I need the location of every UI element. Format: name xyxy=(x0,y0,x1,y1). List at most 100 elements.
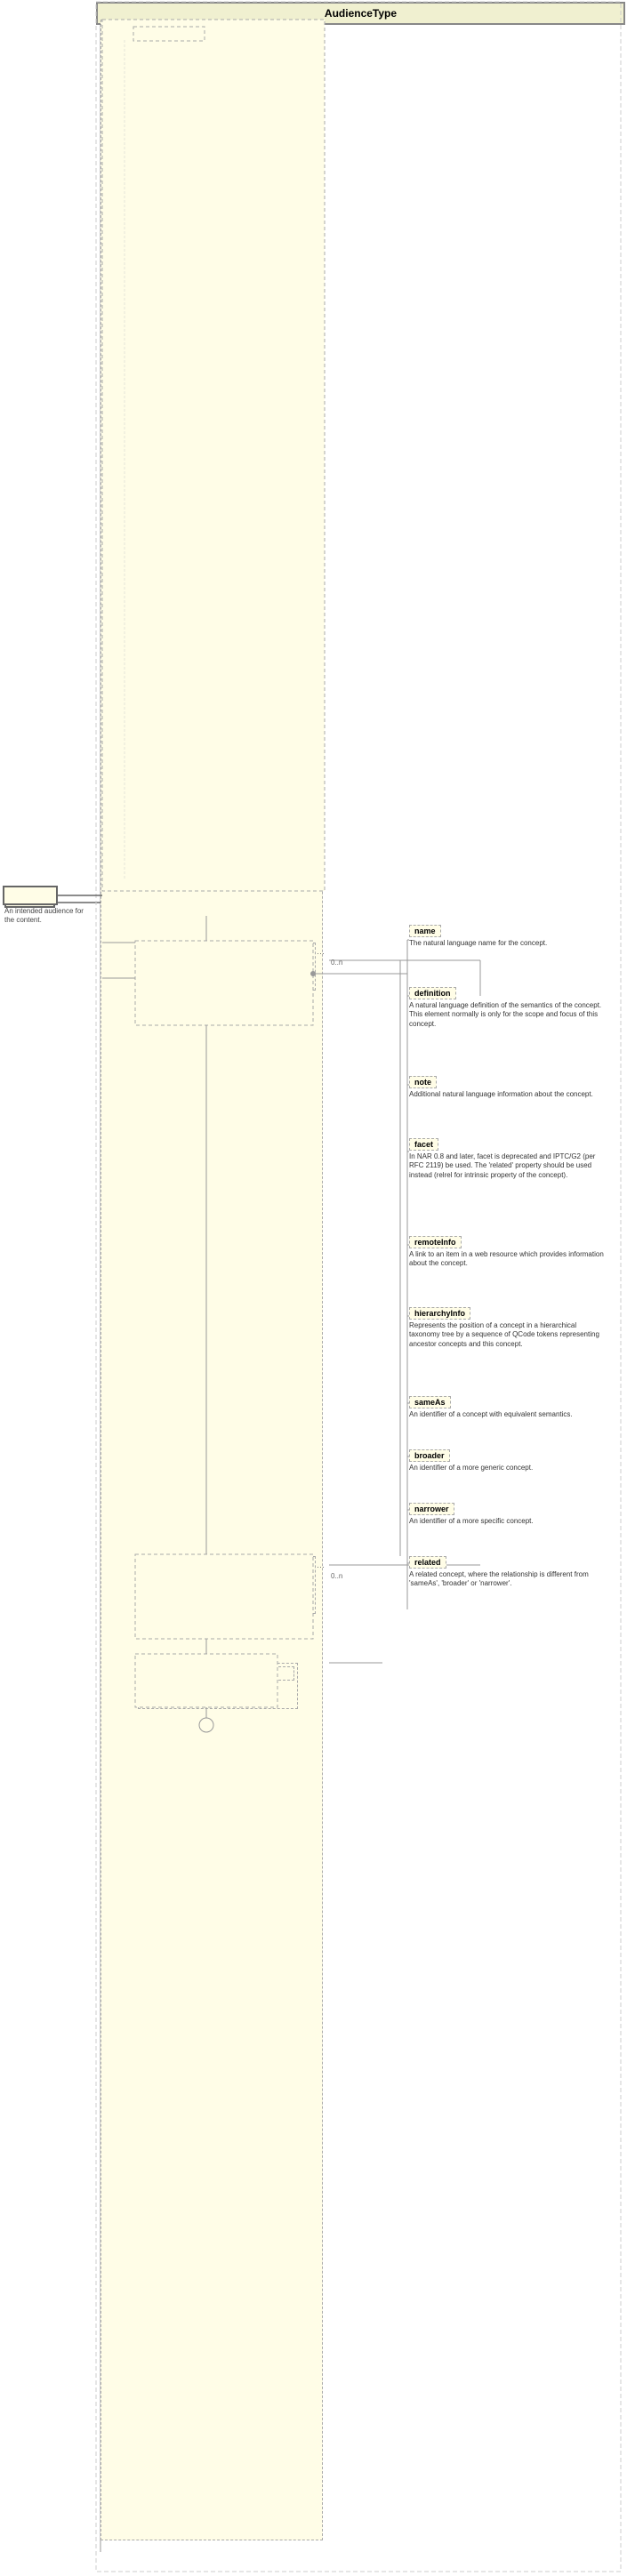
right-note-label: note xyxy=(409,1076,437,1088)
attr-howuri-row: howuri Indicates by which means the valu… xyxy=(109,355,315,384)
attr-literal-row: literal A freetext value assigned as pro… xyxy=(109,549,315,569)
svg-text:0..n: 0..n xyxy=(331,1572,342,1580)
attr-modified-name: modified xyxy=(109,205,189,253)
attr-howuri-desc: Indicates by which means the value was e… xyxy=(189,355,315,384)
right-facet-desc: In NAR 0.8 and later, facet is deprecate… xyxy=(409,1152,605,1180)
right-facet-item: facet In NAR 0.8 and later, facet is dep… xyxy=(409,1138,605,1180)
concept-definition-group-box: ConceptDefinitionGroup A group of proper… xyxy=(138,943,316,991)
attr-id-name: id xyxy=(109,45,189,58)
attr-howuri-name: howuri xyxy=(109,355,189,384)
attr-confidence-desc: The confidence with which the audience h… xyxy=(189,728,315,749)
attr-typeuri-name: typeuri xyxy=(109,602,189,631)
attr-type-row: type The type of the concept assigned as… xyxy=(109,571,315,600)
right-narrower-desc: An identifier of a more specific concept… xyxy=(409,1517,605,1526)
attributes-header: attributes xyxy=(109,28,315,42)
attr-dir-row: dir The directionality of textual conten… xyxy=(109,692,315,712)
attr-creator-row: creator If the attribute value is not de… xyxy=(109,60,315,135)
attr-creatoruri-row: creatoruri If the attribute is empty, sp… xyxy=(109,137,315,204)
right-name-desc: The natural language name for the concep… xyxy=(409,939,605,948)
attr-dir-name: dir xyxy=(109,692,189,712)
right-definition-item: definition A natural language definition… xyxy=(409,987,605,1029)
right-broader-item: broader An identifier of a more generic … xyxy=(409,1449,605,1473)
attr-other-name: #other xyxy=(109,714,189,726)
right-hierarchyinfo-item: hierarchyInfo Represents the position of… xyxy=(409,1307,605,1349)
attr-qcode-row: qcode A QCode which identifies a concept… xyxy=(109,520,315,533)
right-related-label: related xyxy=(409,1556,446,1569)
right-name-label: name xyxy=(409,925,441,937)
attr-relevance-name: relevance xyxy=(109,750,189,780)
attr-pubconstraint-row: pubconstraint One or many constraints th… xyxy=(109,429,315,477)
attr-creator-name: creator xyxy=(109,60,189,135)
right-note-desc: Additional natural language information … xyxy=(409,1090,605,1099)
attributes-container: attributes id The local identifier of th… xyxy=(100,20,323,2540)
svg-text:0..n: 0..n xyxy=(331,959,342,967)
attr-xmllang-row: xmllang Specifies the language of this e… xyxy=(109,633,315,690)
attr-derivedfrom-name: derivedFrom xyxy=(109,782,189,830)
right-related-desc: A related concept, where the relationshi… xyxy=(409,1570,605,1589)
attr-how-desc: Indicates how which means the value was … xyxy=(189,324,315,353)
attr-qcode-desc: A QCode which identifies a concept. xyxy=(189,520,309,533)
right-remoteinfo-desc: A link to an item in a web resource whic… xyxy=(409,1250,605,1269)
audience-desc: An intended audience for the content. xyxy=(4,907,93,926)
attr-creatoruri-desc: If the attribute is empty, specifies whi… xyxy=(189,137,315,204)
attr-xmllang-name: xmllang xyxy=(109,633,189,690)
attr-id-desc: The local identifier of the property. xyxy=(189,45,302,58)
concept-definition-group-name: ConceptDefinitionGroup xyxy=(141,946,312,960)
attr-whyuri-row: whyuri Why the metadata has been include… xyxy=(109,408,315,429)
attr-literal-desc: A freetext value assigned as property va… xyxy=(189,549,315,569)
attr-uri-row: uri A URI which identifies a concept. xyxy=(109,534,315,547)
attr-creatoruri-name: creatoruri xyxy=(109,137,189,204)
attr-derivedfrom-row: derivedFrom A reference to the concept f… xyxy=(109,782,315,830)
attr-custom-row: custom Indicates that the corresponding … xyxy=(109,255,315,322)
right-narrower-label: narrower xyxy=(409,1503,454,1515)
right-facet-label: facet xyxy=(409,1138,438,1151)
right-hierarchyinfo-label: hierarchyInfo xyxy=(409,1307,470,1320)
attr-why-desc: Why the metadata has been included - exp… xyxy=(189,386,315,406)
concept-definition-group-multiplicity: 0..n xyxy=(141,975,312,987)
attr-confidence-row: confidence The confidence with which the… xyxy=(109,728,315,749)
attr-pubconstrainturi-name: pubconstrainturi xyxy=(109,479,189,518)
attr-significance-name: significance xyxy=(109,831,189,861)
right-narrower-item: narrower An identifier of a more specifi… xyxy=(409,1503,605,1526)
other-element-desc: Extension point for user-defined propert… xyxy=(141,1683,294,1705)
attr-uri-name: uri xyxy=(109,534,189,547)
attr-uri-desc: A URI which identifies a concept. xyxy=(189,534,300,547)
right-broader-label: broader xyxy=(409,1449,450,1462)
right-definition-label: definition xyxy=(409,987,456,999)
attr-pubconstraint-name: pubconstraint xyxy=(109,429,189,477)
attr-modified-row: modified The date (and, optionally, the … xyxy=(109,205,315,253)
attr-relevance-desc: The relevance of the metadata to the ite… xyxy=(189,750,315,780)
attr-typeuri-desc: The type of the concept assigned as cont… xyxy=(189,602,315,631)
right-broader-desc: An identifier of a more generic concept. xyxy=(409,1464,605,1473)
right-note-item: note Additional natural language informa… xyxy=(409,1076,605,1099)
attr-how-name: how xyxy=(109,324,189,353)
attr-derivedfrom-desc: A reference to the concept from which th… xyxy=(189,782,315,830)
attr-custom-name: custom xyxy=(109,255,189,322)
other-element-box: #other Extension point for user-defined … xyxy=(138,1663,298,1709)
right-hierarchyinfo-desc: Represents the position of a concept in … xyxy=(409,1321,605,1349)
attr-dir-desc: The directionality of textual content (e… xyxy=(189,692,315,712)
attr-why-row: why Why the metadata has been included -… xyxy=(109,386,315,406)
attr-type-desc: The type of the concept assigned as cont… xyxy=(189,571,315,600)
attr-type-name: type xyxy=(109,571,189,600)
right-sameas-item: sameAs An identifier of a concept with e… xyxy=(409,1396,605,1419)
audience-element: audience xyxy=(4,889,55,908)
attr-how-row: how Indicates how which means the value … xyxy=(109,324,315,353)
other-element-name: #other xyxy=(141,1666,294,1681)
attr-qcode-name: qcode xyxy=(109,520,189,533)
right-sameas-label: sameAs xyxy=(409,1396,451,1408)
right-name-item: name The natural language name for the c… xyxy=(409,925,605,948)
right-remoteinfo-label: remoteInfo xyxy=(409,1236,462,1248)
attr-relevance-row: relevance The relevance of the metadata … xyxy=(109,750,315,780)
attr-whyuri-name: whyuri xyxy=(109,408,189,429)
attr-literal-name: literal xyxy=(109,549,189,569)
attr-modified-desc: The date (and, optionally, the time) whe… xyxy=(189,205,315,253)
right-remoteinfo-item: remoteInfo A link to an item in a web re… xyxy=(409,1236,605,1269)
attr-pubconstraint-desc: One or many constraints that apply to pu… xyxy=(189,429,315,477)
attr-pubconstrainturi-desc: One or many constraints that apply to pu… xyxy=(189,479,315,518)
concept-relationships-group-desc: A group of properties that indicate rela… xyxy=(141,1577,312,1599)
attr-other-row: #other xyxy=(109,714,315,726)
concept-definition-group-desc: A group of properties required to define… xyxy=(141,963,312,975)
attr-significance-row: significance A qualifier which indicates… xyxy=(109,831,315,861)
attr-whyuri-desc: Why the metadata has been included - exp… xyxy=(189,408,315,429)
